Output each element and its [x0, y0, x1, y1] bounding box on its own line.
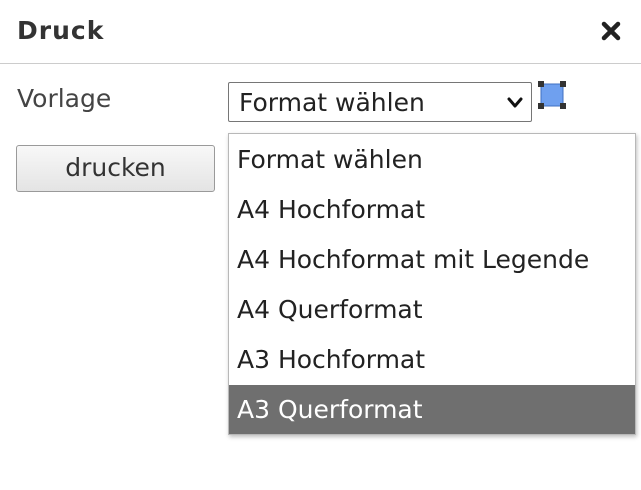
template-select-value: Format wählen [239, 88, 425, 117]
template-select[interactable]: Format wählen [228, 82, 532, 122]
print-button[interactable]: drucken [16, 145, 215, 192]
dropdown-option-a4-hochformat-legende[interactable]: A4 Hochformat mit Legende [229, 235, 635, 285]
print-dialog: Druck Vorlage Format wählen drucken Form… [0, 0, 641, 490]
dialog-titlebar: Druck [0, 0, 641, 64]
chevron-down-icon [507, 95, 523, 114]
dropdown-option-a4-querformat[interactable]: A4 Querformat [229, 285, 635, 335]
dropdown-option-a4-hochformat[interactable]: A4 Hochformat [229, 185, 635, 235]
dialog-title: Druck [17, 16, 105, 45]
select-extent-icon[interactable] [537, 80, 567, 110]
template-label: Vorlage [17, 84, 112, 113]
template-dropdown-list: Format wählen A4 Hochformat A4 Hochforma… [228, 133, 636, 435]
close-icon[interactable] [596, 16, 626, 46]
dropdown-option-format-waehlen[interactable]: Format wählen [229, 135, 635, 185]
dropdown-option-a3-querformat[interactable]: A3 Querformat [229, 385, 635, 434]
dropdown-option-a3-hochformat[interactable]: A3 Hochformat [229, 335, 635, 385]
